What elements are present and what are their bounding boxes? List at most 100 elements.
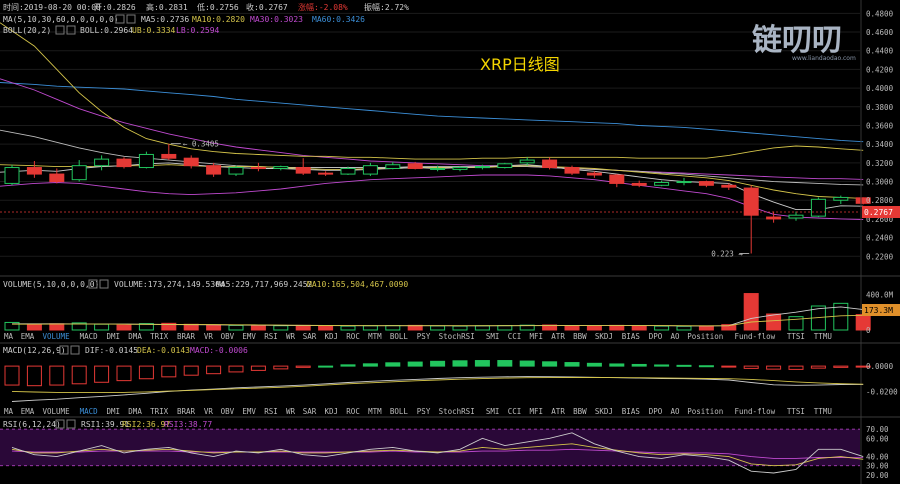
indicator-tab[interactable]: MA — [4, 332, 14, 341]
indicator-tab[interactable]: TTSI — [787, 332, 805, 341]
indicator-tab[interactable]: OBV — [221, 332, 235, 341]
header-change: 涨幅:-2.08% — [298, 2, 348, 12]
indicator-tab[interactable]: DMA — [128, 407, 142, 416]
volume-ma10: MA10:165,504,467.0090 — [307, 280, 408, 289]
indicator-tab[interactable]: ROC — [346, 407, 360, 416]
volume-bar — [676, 325, 692, 331]
macd-histogram-bar — [94, 365, 110, 383]
indicator-tab[interactable]: BBW — [573, 332, 587, 341]
indicator-tab[interactable]: Fund-flow — [735, 332, 776, 341]
indicator-tab[interactable]: EMV — [242, 407, 256, 416]
indicator-tab[interactable]: VR — [204, 332, 214, 341]
price-tick-label: 0.3200 — [866, 159, 894, 168]
indicator-tab[interactable]: TRIX — [150, 332, 169, 341]
indicator-tab[interactable]: BRAR — [177, 332, 196, 341]
indicator-tab[interactable]: TTSI — [787, 407, 805, 416]
indicator-tab[interactable]: SMI — [486, 407, 500, 416]
price-tick-label: 0.2200 — [866, 252, 894, 261]
macd-legend: MACD(12,26,9) DIF:-0.0145 DEA:-0.0143 MA… — [3, 345, 248, 355]
volume-badge: 173.3M — [864, 306, 893, 315]
indicator-tab[interactable]: DPO — [649, 332, 663, 341]
indicator-tab[interactable]: WR — [286, 407, 296, 416]
boll-value: BOLL:0.2964 — [80, 26, 133, 35]
volume-value: VOLUME:173,274,149.5304 — [114, 280, 225, 289]
macd-value: MACD:-0.0006 — [190, 346, 248, 355]
candle-body — [564, 167, 580, 174]
volume-bar — [564, 325, 580, 331]
indicator-tab[interactable]: VR — [204, 407, 214, 416]
indicator-tab[interactable]: MFI — [530, 332, 544, 341]
indicator-tab[interactable]: SKDJ — [595, 407, 613, 416]
candle-body — [183, 157, 199, 167]
indicator-tab[interactable]: WR — [286, 332, 296, 341]
indicator-tab[interactable]: VOLUME — [43, 332, 71, 341]
indicator-tab[interactable]: TRIX — [150, 407, 169, 416]
indicator-tab[interactable]: SAR — [303, 407, 317, 416]
boll-legend: BOLL(20,2) BOLL:0.2964 UB:0.3334 LB:0.25… — [3, 25, 220, 35]
volume-bar — [474, 325, 490, 331]
indicator-tab[interactable]: Position — [687, 407, 723, 416]
indicator-tab[interactable]: BOLL — [390, 332, 409, 341]
indicator-tab[interactable]: BBW — [573, 407, 587, 416]
indicator-tab[interactable]: Position — [687, 332, 723, 341]
indicator-tab[interactable]: ATR — [551, 332, 565, 341]
indicator-tab[interactable]: EMV — [242, 332, 256, 341]
indicator-tab[interactable]: OBV — [221, 407, 235, 416]
indicator-tab[interactable]: VOLUME — [43, 407, 71, 416]
indicator-tab[interactable]: CCI — [508, 407, 522, 416]
indicator-tab[interactable]: BRAR — [177, 407, 196, 416]
indicator-tab[interactable]: CCI — [508, 332, 522, 341]
indicator-tab[interactable]: DMI — [107, 332, 121, 341]
macd-histogram-bar — [788, 365, 804, 370]
indicator-tab[interactable]: SMI — [486, 332, 500, 341]
kline-chart[interactable]: ← 0.3405 0.223 → 0.4800 0.4600 0.4400 0.4200… — [0, 0, 900, 484]
indicator-tab[interactable]: MA — [4, 407, 14, 416]
indicator-tab[interactable]: DMI — [107, 407, 121, 416]
candle-body — [71, 165, 87, 181]
candle-body — [430, 167, 446, 170]
indicator-tab[interactable]: ATR — [551, 407, 565, 416]
indicator-tab[interactable]: SAR — [303, 332, 317, 341]
indicator-tab[interactable]: RSI — [264, 407, 278, 416]
indicator-tab[interactable]: TTMU — [814, 407, 832, 416]
indicator-tab[interactable]: AO — [671, 407, 681, 416]
candle-body — [698, 181, 714, 186]
candle-body — [318, 172, 334, 175]
indicator-tab[interactable]: BIAS — [622, 407, 641, 416]
volume-bar — [452, 325, 468, 331]
indicator-tab[interactable]: MACD — [80, 332, 99, 341]
indicator-tab[interactable]: TTMU — [814, 332, 832, 341]
indicator-tab[interactable]: KDJ — [325, 407, 339, 416]
candle-body — [542, 159, 558, 169]
indicator-tab[interactable]: EMA — [21, 332, 35, 341]
indicator-tab[interactable]: MACD — [80, 407, 99, 416]
indicator-tab[interactable]: StochRSI — [439, 332, 475, 341]
indicator-tab[interactable]: MTM — [368, 332, 382, 341]
indicator-tab[interactable]: ROC — [346, 332, 360, 341]
indicator-tab[interactable]: DPO — [649, 407, 663, 416]
indicator-tab[interactable]: MTM — [368, 407, 382, 416]
indicator-tab[interactable]: PSY — [417, 332, 431, 341]
indicator-tabs-macd: MA EMA VOLUME MACD DMI DMA TRIX BRAR VR OBV EMV RSI… — [4, 407, 832, 416]
price-tick-label: 0.3000 — [866, 178, 894, 187]
indicator-tab[interactable]: AO — [671, 332, 681, 341]
indicator-tab[interactable]: StochRSI — [439, 407, 475, 416]
indicator-tab[interactable]: MFI — [530, 407, 544, 416]
indicator-tab[interactable]: EMA — [21, 407, 35, 416]
indicator-tab[interactable]: Fund-flow — [735, 407, 776, 416]
candle-body — [833, 196, 849, 201]
indicator-tab[interactable]: DMA — [128, 332, 142, 341]
volume-tick-label: 400.0M — [866, 290, 894, 299]
macd-histogram-bar — [340, 364, 356, 367]
indicator-tab[interactable]: RSI — [264, 332, 278, 341]
candle-body — [810, 198, 826, 217]
rsi-tick-label: 20.00 — [866, 471, 889, 480]
indicator-tab[interactable]: BIAS — [622, 332, 641, 341]
price-tick-label: 0.4400 — [866, 47, 894, 56]
indicator-tab[interactable]: KDJ — [325, 332, 339, 341]
candle-body — [654, 181, 670, 186]
indicator-tab[interactable]: SKDJ — [595, 332, 613, 341]
indicator-tab[interactable]: PSY — [417, 407, 431, 416]
indicator-tab[interactable]: BOLL — [390, 407, 409, 416]
macd-histogram-bar — [206, 365, 222, 375]
